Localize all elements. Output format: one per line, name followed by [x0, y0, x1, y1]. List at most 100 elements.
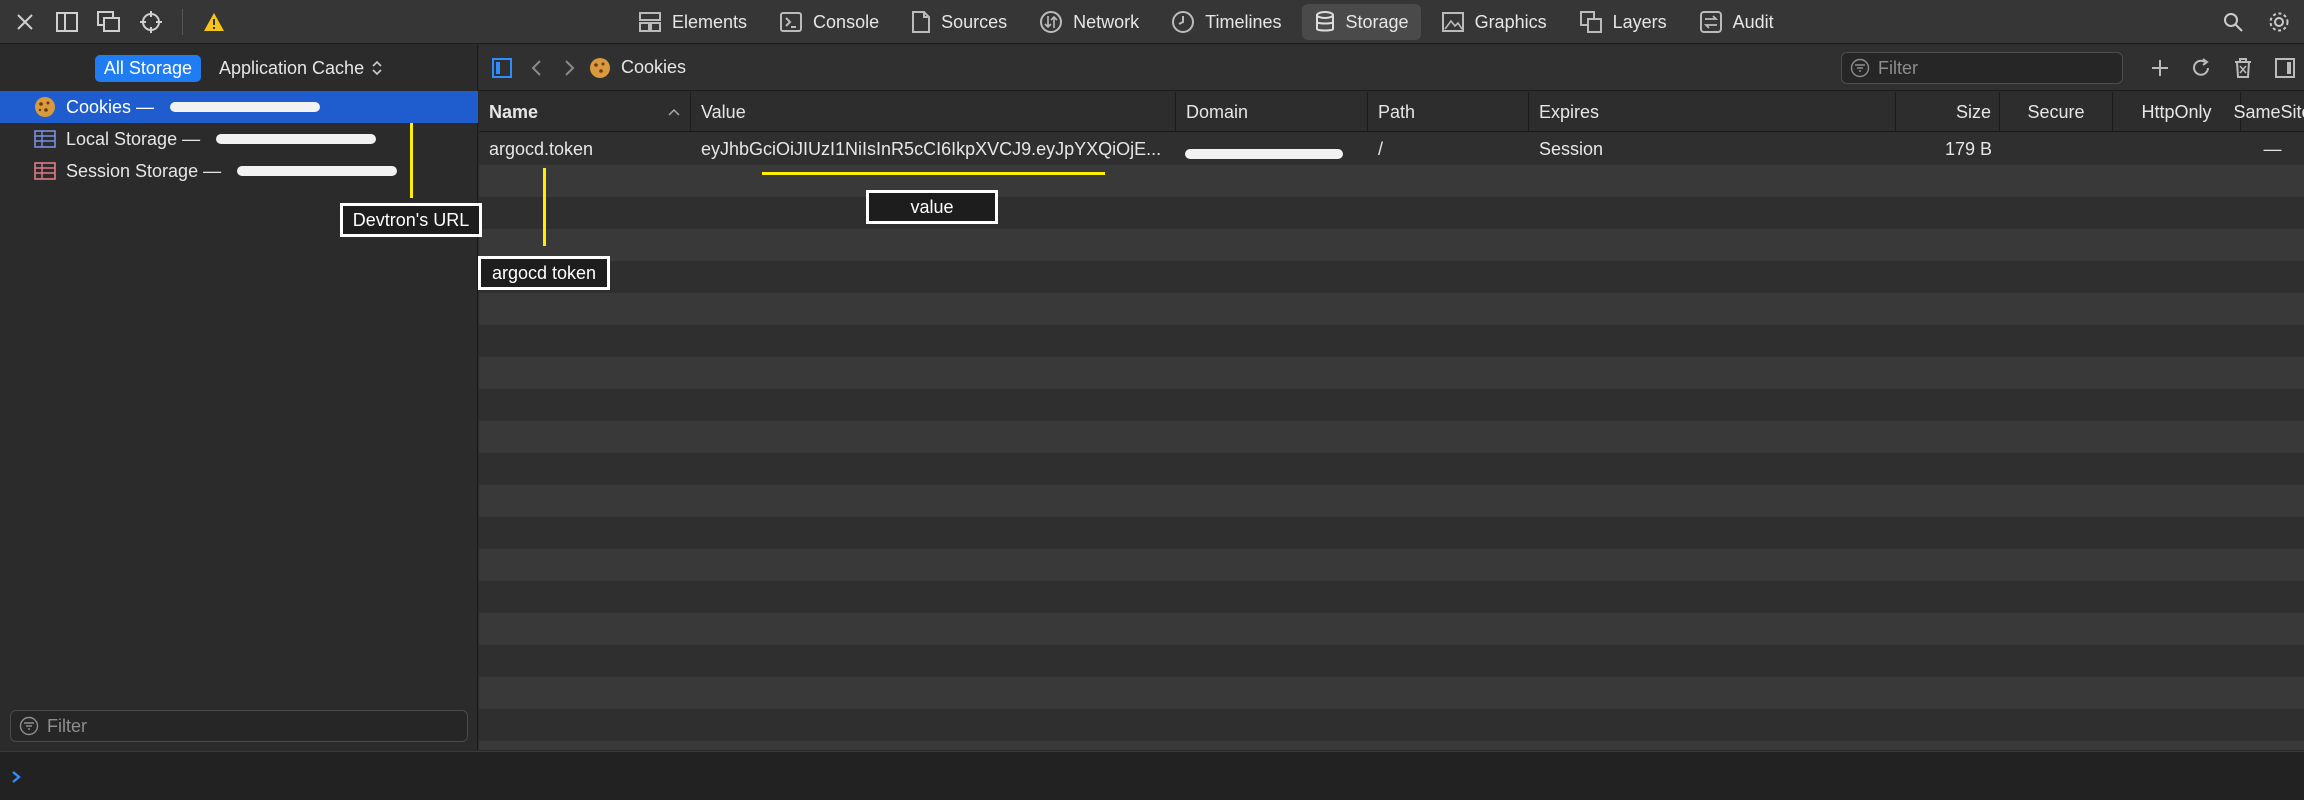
redacted-domain: [216, 134, 377, 144]
sidebar-item-label: Local Storage —: [66, 128, 201, 149]
tab-label: Layers: [1612, 11, 1667, 32]
tab-label: Timelines: [1205, 11, 1282, 32]
column-header-domain[interactable]: Domain: [1176, 92, 1368, 132]
tab-label: Audit: [1732, 11, 1774, 32]
application-cache-label: Application Cache: [218, 57, 365, 78]
cookie-value-cell: eyJhbGciOiJIUzI1NiIsInR5cCI6IkpXVCJ9.eyJ…: [701, 138, 1162, 159]
column-header-size[interactable]: Size: [1896, 92, 2000, 132]
clear-icon[interactable]: [2232, 57, 2254, 79]
tab-console[interactable]: Console: [767, 4, 891, 40]
toolbar-divider: [182, 9, 183, 35]
column-header-label: Domain: [1186, 101, 1249, 122]
cookie-icon: [590, 57, 610, 78]
column-header-label: Secure: [2027, 101, 2085, 122]
session-storage-icon: [34, 162, 56, 180]
annotation-line: [410, 123, 413, 198]
search-icon[interactable]: [2218, 7, 2248, 37]
tab-network[interactable]: Network: [1027, 4, 1151, 40]
cookies-panel: Cookies Filter Name Value Domain Path Ex…: [479, 45, 2304, 750]
refresh-icon[interactable]: [2190, 57, 2212, 79]
column-header-httponly[interactable]: HttpOnly: [2113, 92, 2241, 132]
sidebar-filter-placeholder: Filter: [47, 715, 87, 736]
cookie-filter-input[interactable]: Filter: [1841, 52, 2123, 84]
tab-elements[interactable]: Elements: [626, 4, 759, 40]
forward-icon[interactable]: [561, 58, 577, 78]
tab-bar: Elements Console Sources Network Timelin…: [0, 0, 2304, 44]
column-header-label: Expires: [1539, 101, 1600, 122]
sort-ascending-icon: [668, 108, 680, 116]
tab-graphics[interactable]: Graphics: [1429, 4, 1559, 40]
column-header-label: Path: [1378, 101, 1416, 122]
tab-layers[interactable]: Layers: [1567, 4, 1679, 40]
sidebar-item-session-storage[interactable]: Session Storage —: [0, 155, 478, 187]
sidebar-item-label: Session Storage —: [66, 160, 222, 181]
sidebar-item-cookies[interactable]: Cookies —: [0, 91, 478, 123]
column-header-label: Name: [489, 101, 539, 122]
annotation-url-label: Devtron's URL: [340, 203, 482, 237]
toggle-sidebar-icon[interactable]: [491, 57, 513, 79]
tab-label: Storage: [1345, 11, 1409, 32]
storage-icon: [1315, 11, 1334, 32]
column-header-label: HttpOnly: [2141, 101, 2212, 122]
console-prompt-bar[interactable]: [0, 751, 2304, 800]
add-icon[interactable]: [2150, 58, 2170, 78]
column-header-path[interactable]: Path: [1368, 92, 1529, 132]
audit-icon: [1699, 11, 1722, 33]
application-cache-button[interactable]: Application Cache: [219, 58, 382, 79]
tab-timelines[interactable]: Timelines: [1159, 4, 1293, 40]
prompt-chevron-icon: [12, 771, 21, 783]
column-header-secure[interactable]: Secure: [2000, 92, 2113, 132]
cookie-filter-placeholder: Filter: [1878, 57, 1918, 78]
tab-label: Elements: [672, 11, 748, 32]
tab-storage[interactable]: Storage: [1301, 4, 1421, 40]
column-header-name[interactable]: Name: [479, 92, 691, 132]
all-storage-button[interactable]: All Storage: [94, 54, 201, 82]
tab-label: Sources: [941, 11, 1008, 32]
close-icon[interactable]: [10, 7, 40, 37]
warning-icon[interactable]: [199, 7, 229, 37]
redacted-domain: [1185, 149, 1343, 159]
filter-icon: [19, 716, 39, 736]
column-header-value[interactable]: Value: [691, 92, 1176, 132]
tab-label: Graphics: [1474, 11, 1547, 32]
breadcrumb-label: Cookies: [621, 57, 687, 77]
cookie-icon: [35, 97, 55, 117]
toggle-details-icon[interactable]: [2274, 57, 2296, 79]
cookie-size-cell: 179 B: [1944, 138, 1992, 159]
tab-audit[interactable]: Audit: [1687, 4, 1786, 40]
detach-window-icon[interactable]: [94, 7, 124, 37]
annotation-token-label: argocd token: [478, 256, 610, 290]
elements-icon: [639, 12, 661, 32]
breadcrumb: Cookies: [589, 57, 686, 79]
cookie-path-cell: /: [1378, 138, 1384, 159]
cookie-expires-cell: Session: [1539, 138, 1604, 159]
column-header-label: SameSite: [2233, 101, 2304, 122]
layers-icon: [1579, 11, 1602, 33]
console-icon: [780, 12, 803, 32]
table-header: Name Value Domain Path Expires Size Secu…: [479, 92, 2304, 132]
sidebar-item-local-storage[interactable]: Local Storage —: [0, 123, 478, 155]
gear-icon[interactable]: [2264, 7, 2294, 37]
storage-sidebar: All Storage Application Cache Cookies — …: [0, 45, 478, 750]
annotation-line: [543, 168, 546, 246]
filter-icon: [1850, 58, 1870, 78]
cookie-httponly-cell: [2113, 133, 2241, 165]
dock-side-icon[interactable]: [52, 7, 82, 37]
content-nav-bar: Cookies Filter: [479, 45, 2304, 91]
column-header-samesite[interactable]: SameSite: [2233, 92, 2304, 132]
table-row[interactable]: argocd.token eyJhbGciOiJIUzI1NiIsInR5cCI…: [479, 133, 2304, 165]
back-icon[interactable]: [529, 58, 545, 78]
tab-sources[interactable]: Sources: [899, 4, 1019, 40]
network-icon: [1040, 11, 1063, 33]
cookie-secure-cell: [2000, 133, 2113, 165]
element-picker-icon[interactable]: [136, 7, 166, 37]
redacted-domain: [237, 166, 398, 176]
local-storage-icon: [34, 130, 56, 148]
chevron-updown-icon: [372, 60, 382, 76]
column-header-expires[interactable]: Expires: [1529, 92, 1896, 132]
annotation-value-label: value: [866, 190, 998, 224]
cookie-name-cell: argocd.token: [489, 138, 594, 159]
annotation-underline: [762, 172, 1105, 175]
table-body: [479, 133, 2304, 750]
sidebar-filter-input[interactable]: Filter: [10, 710, 468, 742]
